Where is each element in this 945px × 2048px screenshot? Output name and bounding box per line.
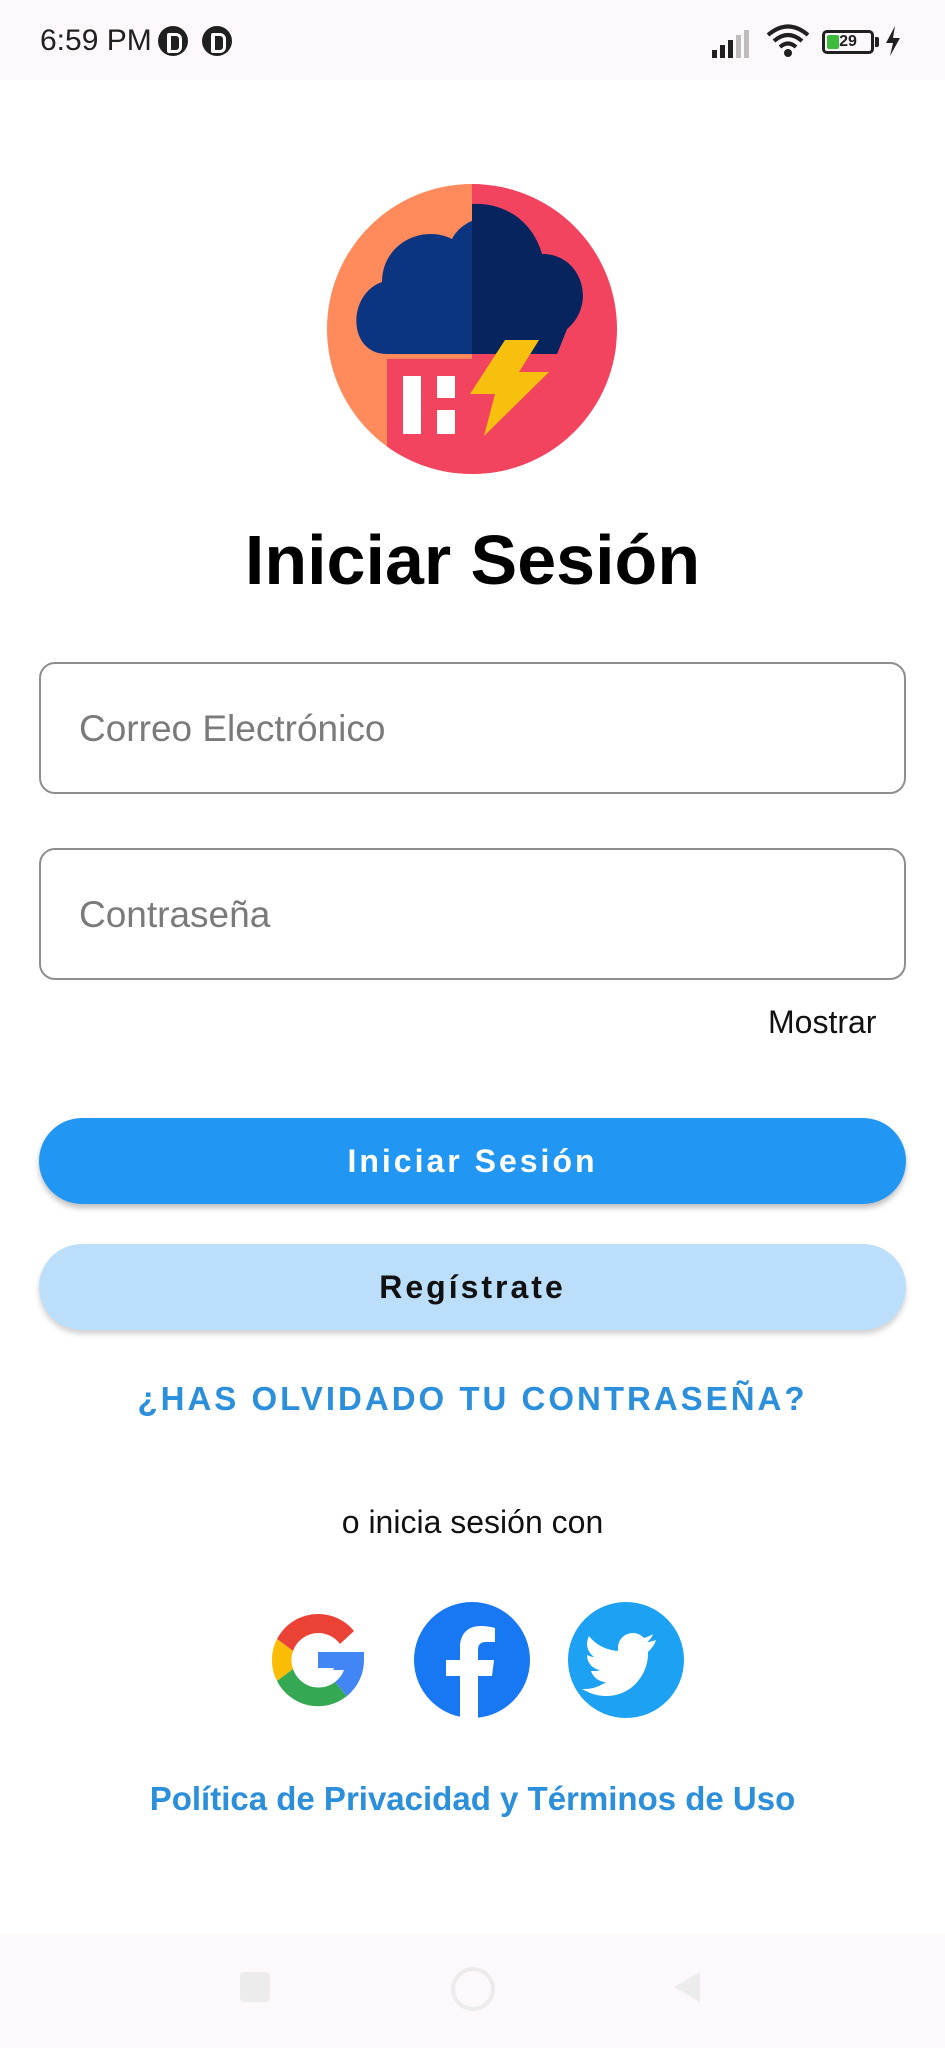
recents-icon[interactable] — [240, 1972, 270, 2002]
wifi-icon — [766, 24, 810, 57]
twitter-icon[interactable] — [568, 1602, 684, 1718]
back-icon[interactable] — [670, 1970, 704, 2004]
email-input[interactable] — [77, 664, 871, 794]
privacy-terms-link[interactable]: Política de Privacidad y Términos de Uso — [0, 1780, 945, 1818]
status-time: 6:59 PM — [40, 24, 152, 57]
app-notification-icon — [202, 26, 232, 56]
app-notification-icon — [158, 26, 188, 56]
battery-level: 29 — [839, 33, 857, 50]
battery-nub — [875, 37, 879, 47]
alt-login-text: o inicia sesión con — [341, 1504, 604, 1540]
facebook-icon[interactable] — [414, 1602, 530, 1718]
email-field[interactable] — [39, 662, 906, 794]
charging-icon — [886, 26, 900, 56]
storm-cloud-logo — [327, 184, 617, 474]
show-password-toggle[interactable]: Mostrar — [768, 1004, 876, 1041]
forgot-password-link[interactable]: ¿HAS OLVIDADO TU CONTRASEÑA? — [0, 1380, 945, 1418]
battery-icon: 29 — [822, 30, 874, 54]
signal-icon — [712, 30, 749, 58]
register-button[interactable]: Regístrate — [39, 1244, 906, 1330]
status-bar: 6:59 PM 29 — [0, 0, 945, 80]
google-icon[interactable] — [260, 1602, 376, 1718]
page-title: Iniciar Sesión — [244, 521, 701, 599]
password-input[interactable] — [77, 850, 871, 980]
home-icon[interactable] — [451, 1967, 495, 2011]
password-field[interactable] — [39, 848, 906, 980]
login-button[interactable]: Iniciar Sesión — [39, 1118, 906, 1204]
